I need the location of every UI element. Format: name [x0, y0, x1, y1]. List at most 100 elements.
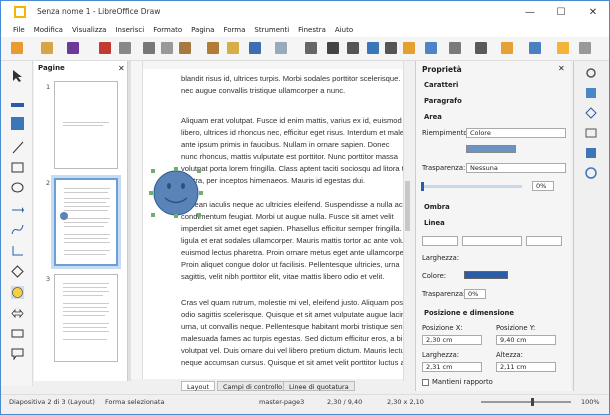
export-pdf-icon[interactable] [99, 42, 111, 54]
print-icon[interactable] [119, 42, 131, 54]
menu-visualizza[interactable]: Visualizza [72, 26, 106, 34]
curve-icon[interactable] [11, 223, 24, 236]
fill-color-swatch[interactable] [466, 145, 516, 153]
redo-icon[interactable] [275, 42, 287, 54]
smiley-shape[interactable] [149, 167, 205, 219]
distribute-icon[interactable] [529, 42, 541, 54]
status-bar: Diapositiva 2 di 3 (Layout) Forma selezi… [1, 394, 609, 414]
sidebar-gallery-icon[interactable] [585, 147, 597, 159]
page-thumbnail-1[interactable] [54, 81, 118, 169]
status-selection: Forma selezionata [105, 398, 165, 406]
line-color-icon[interactable] [11, 103, 24, 107]
sidebar-styles-icon[interactable] [585, 127, 597, 139]
section-linea[interactable]: Linea [424, 219, 445, 227]
select-arrow-icon[interactable] [11, 69, 24, 82]
drawing-canvas[interactable]: blandit risus id, ultrices turpis. Morbi… [143, 69, 403, 379]
line-arrow-end-select[interactable] [526, 236, 562, 246]
shadow-icon[interactable] [557, 42, 569, 54]
menu-pagina[interactable]: Pagina [191, 26, 214, 34]
section-caratteri[interactable]: Caratteri [424, 81, 458, 89]
close-deck-icon[interactable]: ✕ [558, 64, 565, 73]
arrow-line-icon[interactable] [11, 203, 24, 216]
page-thumbnail-3[interactable] [54, 274, 118, 362]
save-icon[interactable] [67, 42, 79, 54]
page-thumbnail-2[interactable] [51, 175, 121, 269]
undo-icon[interactable] [249, 42, 261, 54]
paste-icon[interactable] [179, 42, 191, 54]
ellipse-icon[interactable] [11, 181, 24, 194]
open-icon[interactable] [41, 42, 53, 54]
line-color-swatch[interactable] [464, 271, 508, 279]
toggle-extrusion-icon[interactable] [579, 42, 591, 54]
section-ombra[interactable]: Ombra [424, 203, 450, 211]
copy-icon[interactable] [161, 42, 173, 54]
menu-finestra[interactable]: Finestra [298, 26, 326, 34]
minimize-button[interactable]: — [516, 1, 544, 23]
close-button[interactable]: ✕ [579, 1, 607, 23]
transformations-icon[interactable] [449, 42, 461, 54]
clone-formatting-icon[interactable] [207, 42, 219, 54]
tab-layout[interactable]: Layout [181, 381, 216, 391]
transparency-percent-field[interactable]: 0% [532, 181, 554, 191]
diamond-shape-icon[interactable] [11, 265, 24, 278]
block-arrows-icon[interactable] [11, 307, 24, 320]
height-field[interactable]: 2,11 cm [496, 362, 556, 372]
symbol-shapes-icon[interactable] [11, 286, 24, 299]
flowchart-icon[interactable] [11, 327, 24, 340]
textbox-icon[interactable] [385, 42, 397, 54]
transparency-select[interactable]: Nessuna [466, 163, 566, 173]
width-field[interactable]: 2,31 cm [422, 362, 482, 372]
layer-tabs: Layout Campi di controllo Linee di quota… [143, 381, 405, 391]
pos-y-field[interactable]: 9,40 cm [496, 335, 556, 345]
line-transparency-field[interactable]: 0% [464, 289, 486, 299]
rectangle-icon[interactable] [11, 161, 24, 174]
connector-icon[interactable] [11, 244, 24, 257]
close-pane-icon[interactable]: ✕ [118, 64, 125, 73]
properties-title: Proprietà [422, 65, 462, 74]
insert-image-icon[interactable] [367, 42, 379, 54]
keep-ratio-checkbox[interactable] [422, 379, 429, 386]
transparency-slider[interactable] [421, 182, 522, 191]
menu-modifica[interactable]: Modifica [34, 26, 63, 34]
menu-forma[interactable]: Forma [223, 26, 245, 34]
callout-icon[interactable] [11, 347, 24, 360]
new-icon[interactable] [11, 42, 23, 54]
fill-type-select[interactable]: Colore [466, 128, 566, 138]
table-icon[interactable] [425, 42, 437, 54]
tab-linee-di-quotatura[interactable]: Linee di quotatura [283, 381, 355, 391]
align-icon[interactable] [475, 42, 487, 54]
menu-strumenti[interactable]: Strumenti [254, 26, 289, 34]
section-paragrafo[interactable]: Paragrafo [424, 97, 462, 105]
drawing-toolbar [1, 61, 33, 386]
menu-formato[interactable]: Formato [153, 26, 182, 34]
fontwork-icon[interactable] [403, 42, 415, 54]
line-arrow-start-select[interactable] [422, 236, 458, 246]
section-area[interactable]: Area [424, 113, 442, 121]
vertical-ruler [131, 61, 143, 379]
maximize-button[interactable]: ☐ [547, 1, 575, 23]
vertical-scrollbar[interactable] [403, 61, 411, 381]
tab-campi-di-controllo[interactable]: Campi di controllo [217, 381, 289, 391]
sidebar-shapes-icon[interactable] [585, 107, 597, 119]
status-slide: Diapositiva 2 di 3 (Layout) [9, 398, 95, 406]
menu-inserisci[interactable]: Inserisci [115, 26, 144, 34]
sidebar-settings-icon[interactable] [585, 67, 597, 79]
page-number-3: 3 [46, 275, 51, 283]
menu-file[interactable]: File [13, 26, 25, 34]
zoom-slider[interactable] [481, 398, 571, 406]
sidebar-navigator-icon[interactable] [585, 167, 597, 179]
clear-formatting-icon[interactable] [227, 42, 239, 54]
cut-icon[interactable] [143, 42, 155, 54]
helplines-icon[interactable] [327, 42, 339, 54]
arrange-icon[interactable] [501, 42, 513, 54]
section-posizione-dimensione[interactable]: Posizione e dimensione [424, 309, 514, 317]
pos-x-field[interactable]: 2,30 cm [422, 335, 482, 345]
grid-icon[interactable] [305, 42, 317, 54]
fill-color-icon[interactable] [11, 117, 24, 130]
line-style-select[interactable] [462, 236, 522, 246]
zoom-icon[interactable] [347, 42, 359, 54]
menu-aiuto[interactable]: Aiuto [335, 26, 353, 34]
line-tool-icon[interactable] [11, 141, 24, 154]
sidebar-properties-icon[interactable] [585, 87, 597, 99]
libreoffice-draw-window: Senza nome 1 - LibreOffice Draw — ☐ ✕ Fi… [0, 0, 610, 415]
